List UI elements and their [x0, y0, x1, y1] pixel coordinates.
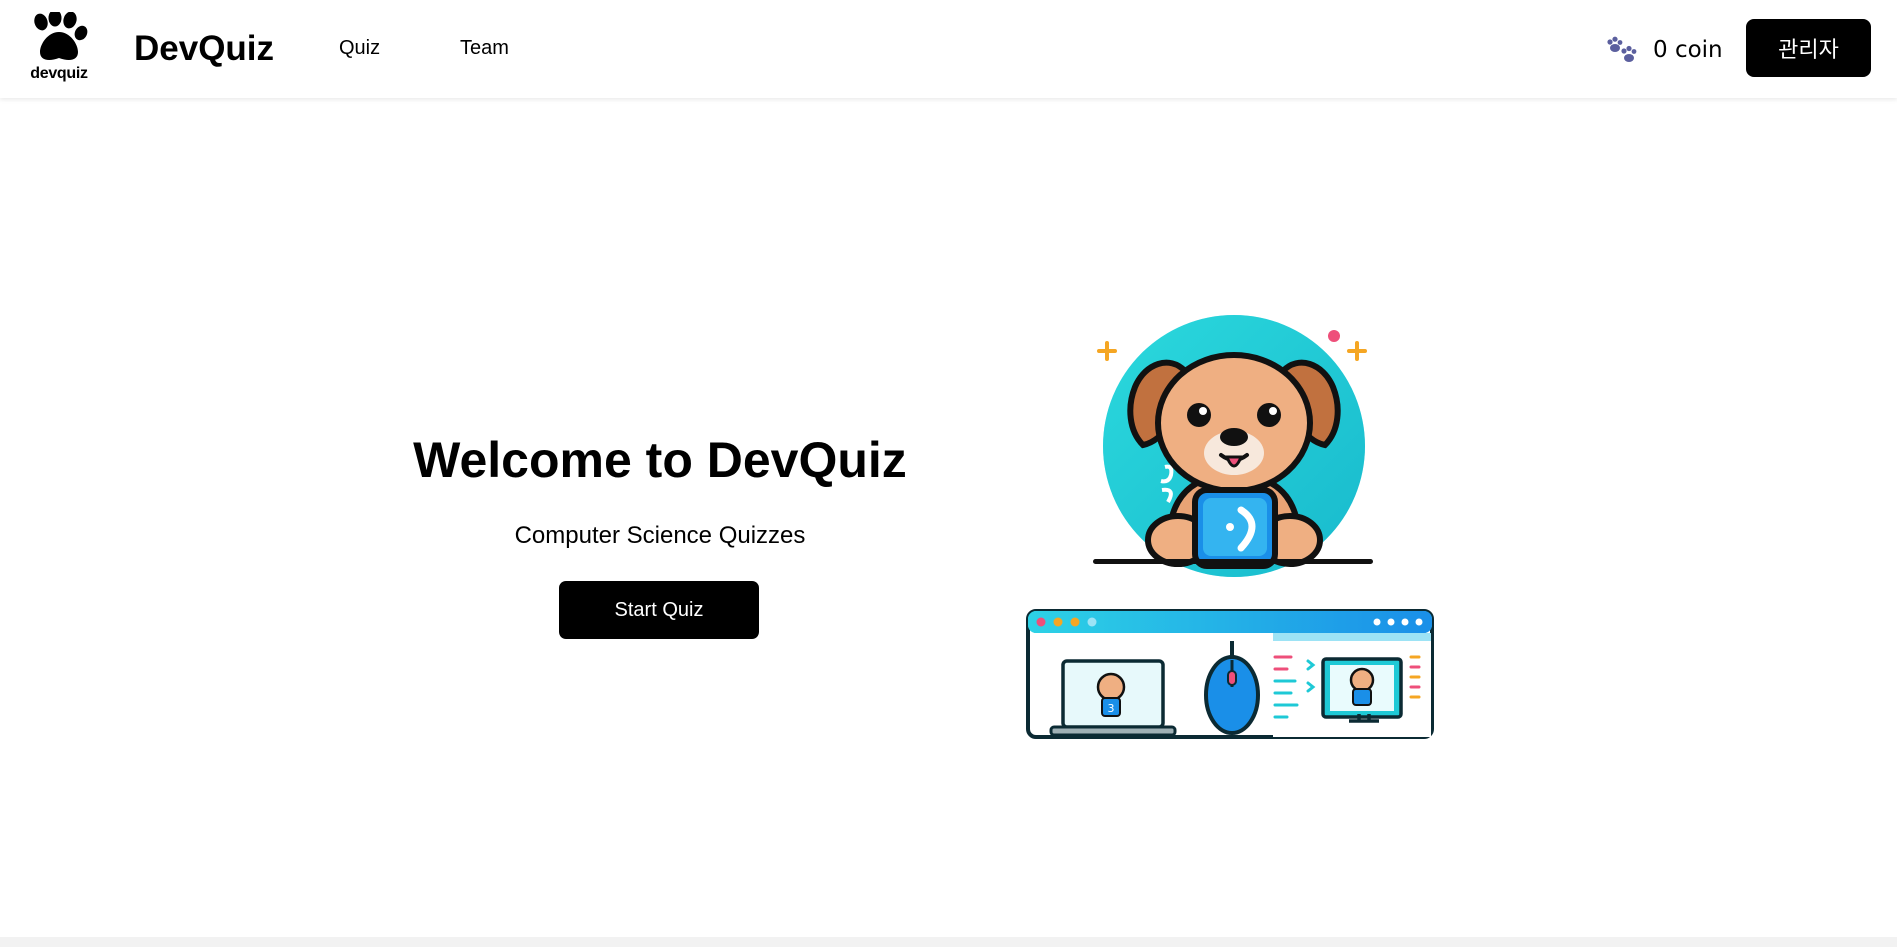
browser-illustration: 3 — [1026, 609, 1434, 739]
dog-mascot-illustration: 3 — [1026, 315, 1434, 739]
nav-link-team[interactable]: Team — [460, 36, 509, 60]
nav-link-quiz[interactable]: Quiz — [339, 36, 380, 60]
bottom-scroll-edge — [0, 937, 1897, 947]
hero-subtitle: Computer Science Quizzes — [514, 522, 806, 549]
hero-title: Welcome to DevQuiz — [413, 432, 907, 488]
coin-count: 0 coin — [1653, 37, 1723, 63]
logo-text: devquiz — [30, 65, 88, 82]
paw-icon — [34, 9, 88, 60]
top-navbar: devquiz DevQuiz Quiz Team 0 coin 관리자 — [0, 0, 1897, 98]
admin-button[interactable]: 관리자 — [1746, 19, 1871, 77]
paw-prints-icon — [1607, 36, 1637, 62]
brand-title[interactable]: DevQuiz — [134, 28, 274, 70]
logo[interactable]: devquiz — [26, 9, 92, 86]
svg-text:3: 3 — [1108, 702, 1115, 715]
start-quiz-button[interactable]: Start Quiz — [559, 581, 759, 639]
